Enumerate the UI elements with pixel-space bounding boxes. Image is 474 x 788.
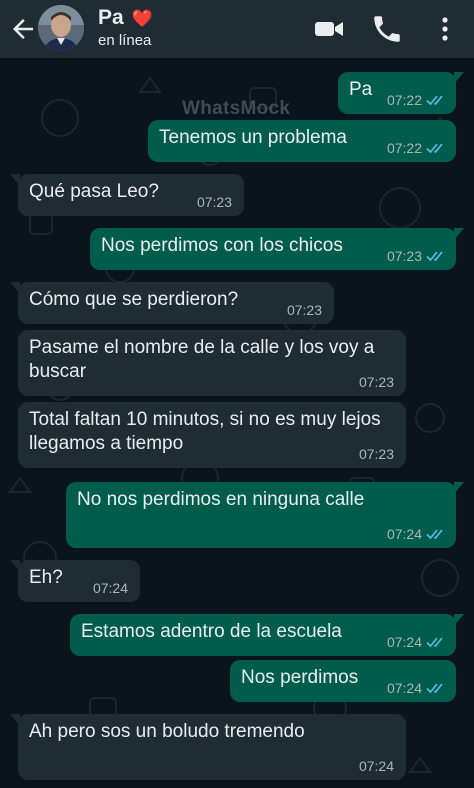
message-time: 07:24: [358, 758, 394, 774]
contact-avatar[interactable]: [38, 5, 84, 51]
message-bubble[interactable]: Pasame el nombre de la calle y los voy a…: [18, 330, 406, 396]
message-bubble[interactable]: No nos perdimos en ninguna calle 07:24: [66, 482, 464, 548]
bubble-tail: [10, 560, 20, 572]
double-check-icon: [426, 251, 443, 262]
chat-area[interactable]: WhatsMock Pa 07:22 Tenemos un problema 0…: [0, 58, 474, 788]
bubble-tail: [10, 282, 20, 294]
contact-status: en línea: [98, 32, 152, 49]
bubble-tail: [454, 72, 464, 84]
message-time: 07:23: [358, 374, 394, 390]
message-bubble[interactable]: Cómo que se perdieron? 07:23: [10, 282, 334, 324]
message-text: Pasame el nombre de la calle y los voy a…: [29, 337, 375, 382]
message-text: Nos perdimos con los chicos: [101, 235, 343, 256]
message-time: 07:23: [386, 248, 422, 264]
double-check-icon: [426, 95, 443, 106]
bubble-tail: [454, 614, 464, 626]
bubble-tail: [454, 228, 464, 240]
message-time: 07:24: [92, 580, 128, 596]
message-text: Tenemos un problema: [159, 127, 347, 148]
message-time: 07:23: [358, 446, 394, 462]
message-text: Qué pasa Leo?: [29, 181, 159, 202]
message-text: Pa: [349, 79, 373, 100]
video-call-icon[interactable]: [312, 12, 346, 46]
message-bubble[interactable]: Nos perdimos con los chicos 07:23: [90, 228, 464, 270]
message-text: Nos perdimos: [241, 667, 359, 688]
message-bubble[interactable]: Pa 07:22: [338, 72, 464, 114]
message-bubble[interactable]: Ah pero sos un boludo tremendo 07:24: [10, 714, 406, 780]
message-text: Cómo que se perdieron?: [29, 289, 239, 310]
message-time: 07:24: [386, 526, 422, 542]
double-check-icon: [426, 143, 443, 154]
message-text: Ah pero sos un boludo tremendo: [29, 721, 305, 742]
chat-header: Pa ❤️ en línea: [0, 0, 474, 58]
contact-name[interactable]: Pa ❤️: [98, 6, 153, 30]
double-check-icon: [426, 637, 443, 648]
phone-icon[interactable]: [370, 12, 404, 46]
double-check-icon: [426, 683, 443, 694]
double-check-icon: [426, 529, 443, 540]
message-time: 07:22: [386, 140, 422, 156]
bubble-tail: [10, 714, 20, 726]
bubble-tail: [454, 482, 464, 494]
watermark: WhatsMock: [182, 98, 291, 119]
message-time: 07:23: [196, 194, 232, 210]
message-bubble[interactable]: Qué pasa Leo? 07:23: [10, 174, 244, 216]
message-text: Estamos adentro de la escuela: [81, 621, 342, 642]
message-bubble[interactable]: Total faltan 10 minutos, si no es muy le…: [18, 402, 406, 468]
message-bubble[interactable]: Nos perdimos 07:24: [230, 660, 456, 702]
more-options-icon[interactable]: [428, 12, 462, 46]
message-time: 07:24: [386, 680, 422, 696]
message-text: Total faltan 10 minutos, si no es muy le…: [29, 409, 381, 454]
message-time: 07:23: [286, 302, 322, 318]
message-text: Eh?: [29, 567, 63, 588]
contact-name-text: Pa: [98, 6, 124, 29]
message-text: No nos perdimos en ninguna calle: [77, 489, 365, 510]
message-bubble[interactable]: Estamos adentro de la escuela 07:24: [70, 614, 464, 656]
heart-emoji: ❤️: [131, 9, 153, 28]
message-time: 07:22: [386, 92, 422, 108]
message-bubble[interactable]: Tenemos un problema 07:22: [148, 120, 456, 162]
back-arrow-icon[interactable]: [8, 14, 38, 44]
message-bubble[interactable]: Eh? 07:24: [10, 560, 140, 602]
message-time: 07:24: [386, 634, 422, 650]
bubble-tail: [10, 174, 20, 186]
